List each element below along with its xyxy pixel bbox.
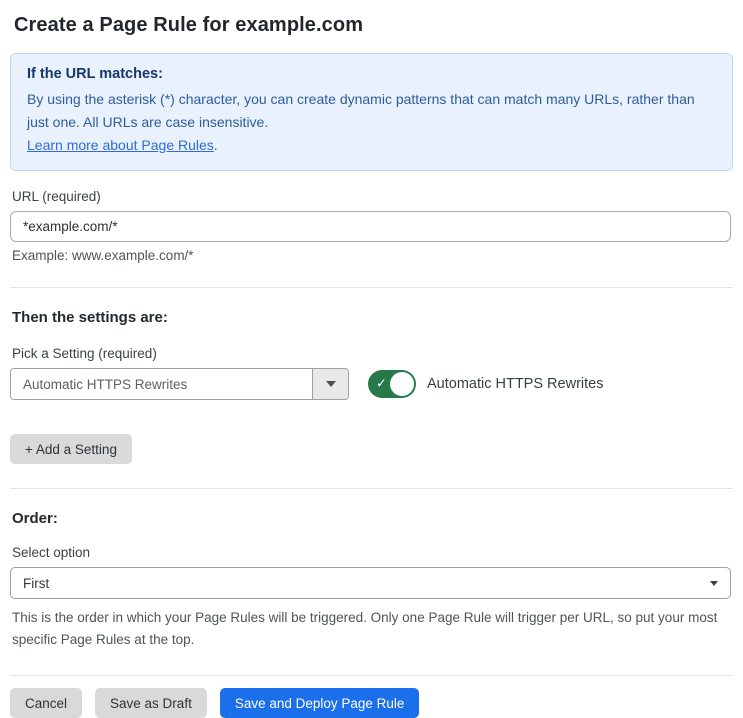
save-and-deploy-button[interactable]: Save and Deploy Page Rule — [219, 688, 420, 718]
url-matches-info-box: If the URL matches: By using the asteris… — [10, 53, 733, 171]
order-select-value: First — [23, 575, 50, 591]
footer-actions: Cancel Save as Draft Save and Deploy Pag… — [10, 688, 733, 718]
toggle-knob — [390, 372, 414, 396]
divider — [10, 287, 733, 288]
order-select[interactable]: First — [10, 567, 731, 599]
setting-combobox-value: Automatic HTTPS Rewrites — [11, 369, 312, 399]
add-setting-button[interactable]: + Add a Setting — [10, 434, 132, 464]
check-icon: ✓ — [376, 375, 387, 391]
setting-combobox[interactable]: Automatic HTTPS Rewrites — [10, 368, 349, 400]
page-title: Create a Page Rule for example.com — [14, 14, 364, 36]
https-rewrites-toggle[interactable]: ✓ — [368, 370, 416, 398]
settings-heading: Then the settings are: — [12, 309, 168, 326]
create-page-rule-panel: Create a Page Rule for example.com If th… — [0, 0, 743, 718]
url-field-hint: Example: www.example.com/* — [12, 248, 194, 263]
chevron-down-icon — [325, 381, 336, 387]
order-heading: Order: — [12, 510, 58, 527]
link-suffix: . — [213, 137, 218, 153]
divider — [10, 675, 733, 676]
info-box-heading: If the URL matches: — [27, 66, 163, 82]
pick-setting-label: Pick a Setting (required) — [12, 346, 157, 361]
setting-combobox-dropdown-button[interactable] — [312, 369, 348, 399]
url-input[interactable] — [10, 211, 731, 242]
setting-row: Automatic HTTPS Rewrites ✓ Automatic HTT… — [10, 368, 733, 400]
url-field-label: URL (required) — [12, 189, 101, 204]
save-as-draft-button[interactable]: Save as Draft — [95, 688, 207, 718]
learn-more-link[interactable]: Learn more about Page Rules — [27, 137, 214, 153]
cancel-button[interactable]: Cancel — [10, 688, 83, 718]
toggle-label: Automatic HTTPS Rewrites — [427, 376, 604, 392]
select-option-label: Select option — [12, 545, 91, 560]
info-box-link-line: Learn more about Page Rules. — [27, 134, 716, 157]
chevron-down-icon — [710, 580, 718, 586]
order-help-text: This is the order in which your Page Rul… — [12, 610, 718, 647]
info-box-body: By using the asterisk (*) character, you… — [27, 91, 695, 130]
divider — [10, 488, 733, 489]
